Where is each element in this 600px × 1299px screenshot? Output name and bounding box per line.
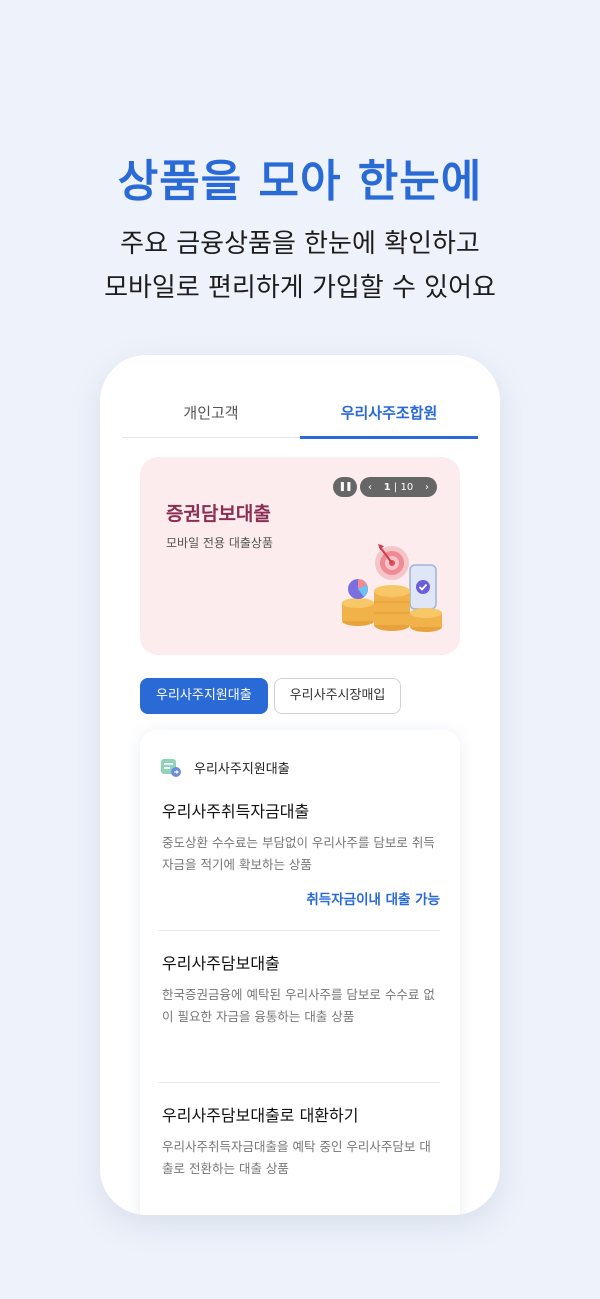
card-header-label: 우리사주지원대출 (194, 761, 290, 777)
divider (158, 930, 440, 931)
loan-category-chips: 우리사주지원대출 우리사주시장매입 (140, 678, 402, 714)
product-description: 우리사주취득자금대출을 예탁 중인 우리사주담보 대출로 전환하는 대출 상품 (162, 1139, 431, 1176)
chip-market-purchase[interactable]: 우리사주시장매입 (273, 678, 402, 714)
product-description: 중도상환 수수료는 부담없이 우리사주를 담보로 취득 자금을 적기에 확보하는… (162, 835, 435, 872)
hero-subtitle-line-2: 모바일로 편리하게 가입할 수 있어요 (104, 273, 496, 303)
product-list-card: 우리사주지원대출 우리사주취득자금대출 중도상환 수수료는 부담없이 우리사주를… (140, 730, 460, 1215)
banner-subtitle: 모바일 전용 대출상품 (166, 536, 273, 550)
product-description: 한국증권금융에 예탁된 우리사주를 담보로 수수료 없이 필요한 자금을 융통하… (162, 987, 435, 1024)
pause-button[interactable]: ❚❚ (333, 477, 357, 497)
pager-count: 1 | 10 (384, 482, 413, 493)
promo-banner[interactable]: 증권담보대출 모바일 전용 대출상품 ❚❚ ‹ 1 | 10 › (140, 457, 460, 655)
loan-availability-link[interactable]: 취득자금이내 대출 가능 (162, 888, 440, 908)
product-item-acquisition-loan[interactable]: 우리사주취득자금대출 중도상환 수수료는 부담없이 우리사주를 담보로 취득 자… (162, 798, 440, 908)
product-title: 우리사주담보대출 (162, 954, 280, 973)
chevron-left-icon[interactable]: ‹ (368, 482, 372, 493)
tab-employee-stock-member[interactable]: 우리사주조합원 (300, 393, 478, 439)
coins-target-phone-illustration (342, 544, 442, 632)
tab-individual[interactable]: 개인고객 (122, 393, 300, 437)
customer-tabs: 개인고객 우리사주조합원 (122, 393, 478, 439)
pager-total: 10 (400, 481, 414, 493)
pager-current: 1 (383, 481, 391, 493)
loan-document-icon (161, 759, 181, 777)
pager-separator: | (393, 481, 398, 493)
product-item-collateral-loan[interactable]: 우리사주담보대출 한국증권금융에 예탁된 우리사주를 담보로 수수료 없이 필요… (162, 950, 440, 1028)
hero-subtitle-line-1: 주요 금융상품을 한눈에 확인하고 (120, 229, 480, 259)
card-header: 우리사주지원대출 (160, 756, 290, 778)
phone-mockup: 개인고객 우리사주조합원 증권담보대출 모바일 전용 대출상품 ❚❚ ‹ 1 |… (100, 355, 500, 1215)
product-item-refinance[interactable]: 우리사주담보대출로 대환하기 우리사주취득자금대출을 예탁 중인 우리사주담보 … (162, 1102, 440, 1180)
banner-title: 증권담보대출 (166, 503, 271, 525)
chip-support-loan[interactable]: 우리사주지원대출 (140, 678, 268, 714)
pause-icon: ❚❚ (338, 482, 352, 492)
hero-subtitle: 주요 금융상품을 한눈에 확인하고 모바일로 편리하게 가입할 수 있어요 (0, 222, 600, 310)
banner-pager: ‹ 1 | 10 › (360, 477, 437, 497)
product-title: 우리사주취득자금대출 (162, 802, 310, 821)
hero-title: 상품을 모아 한눈에 (117, 156, 483, 207)
divider (158, 1082, 440, 1083)
product-title: 우리사주담보대출로 대환하기 (162, 1106, 359, 1125)
chevron-right-icon[interactable]: › (425, 482, 429, 493)
